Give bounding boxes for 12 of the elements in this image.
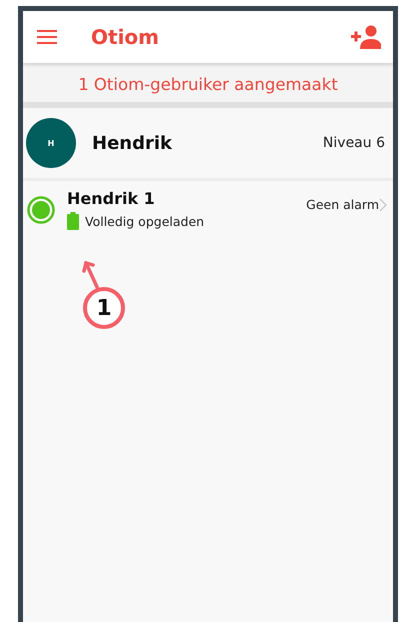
user-name: Hendrik	[92, 132, 174, 154]
battery-status: Volledig opgeladen	[85, 214, 204, 228]
alarm-status: Geen alarm	[306, 197, 379, 212]
user-level: Niveau 6	[322, 135, 385, 151]
device-name[interactable]: Hendrik 1	[67, 189, 306, 208]
annotation-number: 1	[83, 287, 125, 329]
battery-icon	[67, 212, 79, 230]
add-user-icon[interactable]	[351, 25, 381, 49]
menu-icon[interactable]	[37, 29, 57, 45]
app-title: Otiom	[91, 25, 160, 49]
user-avatar: H	[26, 118, 76, 168]
notification-banner: 1 Otiom-gebruiker aangemaakt	[23, 63, 393, 108]
